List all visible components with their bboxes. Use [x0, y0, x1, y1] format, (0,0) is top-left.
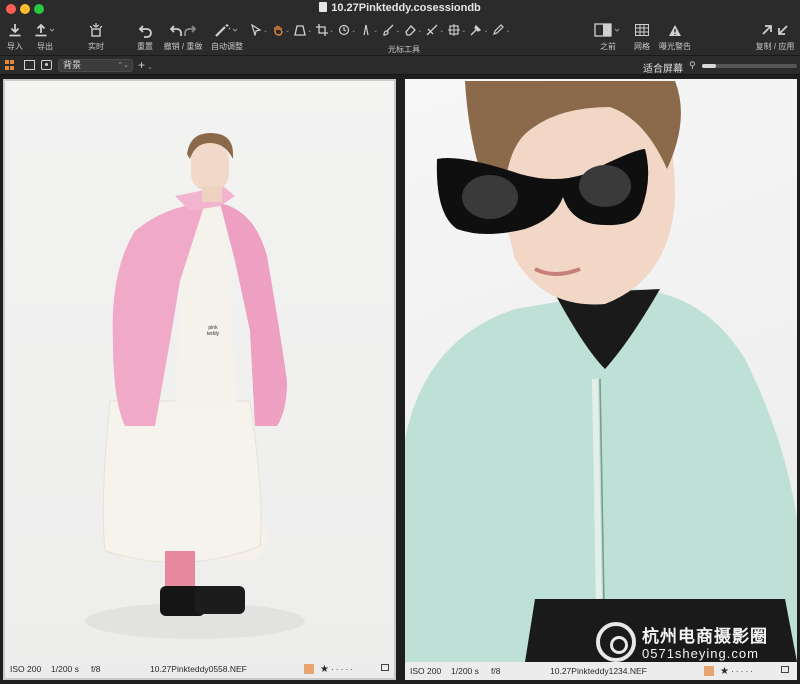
- shutter-value: 1/200 s: [51, 664, 79, 674]
- fit-to-screen-button[interactable]: 适合屏幕: [643, 60, 683, 75]
- import-button[interactable]: 导入: [4, 20, 26, 54]
- watermark-title: 杭州电商摄影圈: [642, 627, 768, 646]
- auto-adjust-button[interactable]: 自动调整: [209, 20, 245, 54]
- viewer: pink teddy ISO 200 1/200 s f/8 10.27Pink…: [0, 75, 800, 684]
- info-icon[interactable]: [381, 664, 389, 671]
- grid-icon: [635, 20, 649, 40]
- watermark-url: 0571sheying.com: [642, 646, 759, 661]
- image-pane-right[interactable]: ISO 200 1/200 s f/8 10.27Pinkteddy1234.N…: [405, 79, 797, 680]
- star-rating[interactable]: ★·····: [320, 664, 355, 675]
- crop-icon: [316, 24, 329, 36]
- brush-icon: [383, 24, 394, 36]
- hand-icon: [274, 25, 283, 36]
- eyedropper-icon: [470, 24, 482, 36]
- undo-redo-button[interactable]: 撤销 / 重做: [163, 20, 203, 54]
- add-layer-button[interactable]: + ⌄: [138, 58, 153, 72]
- brush-tool[interactable]: ⌄: [382, 22, 400, 38]
- layer-select[interactable]: 背景 ⌃⌄: [58, 59, 133, 72]
- photo-meta-left: ISO 200 1/200 s f/8 10.27Pinkteddy0558.N…: [5, 660, 394, 678]
- import-icon: [8, 20, 22, 40]
- zoom-slider-fill: [702, 64, 717, 68]
- girl-green-jacket-image: [405, 81, 797, 662]
- eraser-tool[interactable]: ⌄: [404, 22, 422, 38]
- zoom-icon: ⚲: [689, 60, 696, 70]
- export-icon: [34, 20, 56, 40]
- viewer-subbar: 背景 ⌃⌄ + ⌄ 适合屏幕 ⚲: [0, 56, 800, 75]
- arrow-cursor-icon: [251, 24, 262, 36]
- rotate-icon: [339, 24, 350, 36]
- color-picker-tool[interactable]: ⌄: [448, 22, 466, 38]
- main-toolbar: 导入 导出 实时 重置 撤销 / 重做 自动调整 ⌄ ⌄ ⌄ ⌄ ⌄ ⌄ ⌄ ⌄…: [0, 18, 800, 56]
- magic-wand-icon: [214, 20, 240, 40]
- filename: 10.27Pinkteddy0558.NEF: [150, 664, 247, 674]
- select-arrows-icon: ⌃⌄: [117, 62, 129, 69]
- iso-value: ISO 200: [10, 664, 42, 674]
- single-view-icon[interactable]: [24, 60, 35, 70]
- crop-tool[interactable]: ⌄: [316, 22, 334, 38]
- pan-tool[interactable]: ⌄: [272, 22, 290, 38]
- filename: 10.27Pinkteddy1234.NEF: [550, 666, 647, 676]
- eyedropper-tool[interactable]: ⌄: [470, 22, 488, 38]
- keystone-tool[interactable]: ⌄: [294, 22, 312, 38]
- aperture-value: f/8: [491, 666, 501, 676]
- guides-icon: [363, 24, 369, 36]
- document-icon: [319, 2, 328, 12]
- guides-tool[interactable]: ⌄: [360, 22, 378, 38]
- add-layer-chevron-icon: ⌄: [145, 64, 153, 71]
- window-title: 10.27Pinkteddy.cosessiondb: [0, 2, 800, 14]
- aperture-value: f/8: [91, 664, 101, 674]
- color-tag[interactable]: [704, 666, 714, 676]
- eraser-icon: [405, 25, 417, 36]
- picker-icon: [448, 24, 461, 36]
- annotate-tool[interactable]: ⌄: [492, 22, 510, 38]
- tethered-camera-icon: [88, 20, 104, 40]
- before-after-icon: [594, 20, 622, 40]
- pen-icon: [493, 24, 505, 35]
- live-button[interactable]: 实时: [84, 20, 108, 54]
- exposure-warning-button[interactable]: 曝光警告: [656, 20, 694, 54]
- select-tool[interactable]: ⌄: [250, 22, 268, 38]
- copy-apply-button[interactable]: 复制 / 应用: [754, 20, 796, 54]
- undo-redo-icon: [168, 20, 198, 40]
- warning-icon: [668, 20, 682, 40]
- girl-pink-jacket-image: pink teddy: [85, 133, 305, 639]
- keystone-icon: [294, 25, 306, 36]
- iso-value: ISO 200: [410, 666, 442, 676]
- cursor-tools-label: 光标工具: [388, 45, 420, 54]
- multi-view-icon[interactable]: [5, 60, 16, 70]
- info-icon[interactable]: [781, 666, 789, 673]
- reset-icon: [138, 20, 153, 40]
- color-tag[interactable]: [304, 664, 314, 674]
- proof-view-icon[interactable]: [41, 60, 52, 70]
- grid-button[interactable]: 网格: [630, 20, 654, 54]
- cursor-tools-group: ⌄ ⌄ ⌄ ⌄ ⌄ ⌄ ⌄ ⌄ ⌄ ⌄ ⌄ ⌄: [250, 22, 510, 38]
- zoom-slider[interactable]: [702, 64, 797, 68]
- photo-left[interactable]: pink teddy: [5, 81, 394, 664]
- before-button[interactable]: 之前: [591, 20, 625, 54]
- photo-right[interactable]: [405, 79, 797, 662]
- title-bar: 10.27Pinkteddy.cosessiondb: [0, 0, 800, 18]
- rotate-tool[interactable]: ⌄: [338, 22, 356, 38]
- image-pane-left[interactable]: pink teddy ISO 200 1/200 s f/8 10.27Pink…: [3, 79, 396, 680]
- watermark-logo-icon: [596, 622, 636, 662]
- svg-text:teddy: teddy: [207, 331, 220, 337]
- export-button[interactable]: 导出: [30, 20, 60, 54]
- gradient-tool[interactable]: ⌄: [426, 22, 444, 38]
- copy-apply-icon: [760, 20, 790, 40]
- reset-button[interactable]: 重置: [133, 20, 157, 54]
- watermark: 杭州电商摄影圈 0571sheying.com: [596, 618, 796, 666]
- shutter-value: 1/200 s: [451, 666, 479, 676]
- gradient-mask-icon: [426, 24, 438, 36]
- star-rating[interactable]: ★·····: [720, 666, 755, 677]
